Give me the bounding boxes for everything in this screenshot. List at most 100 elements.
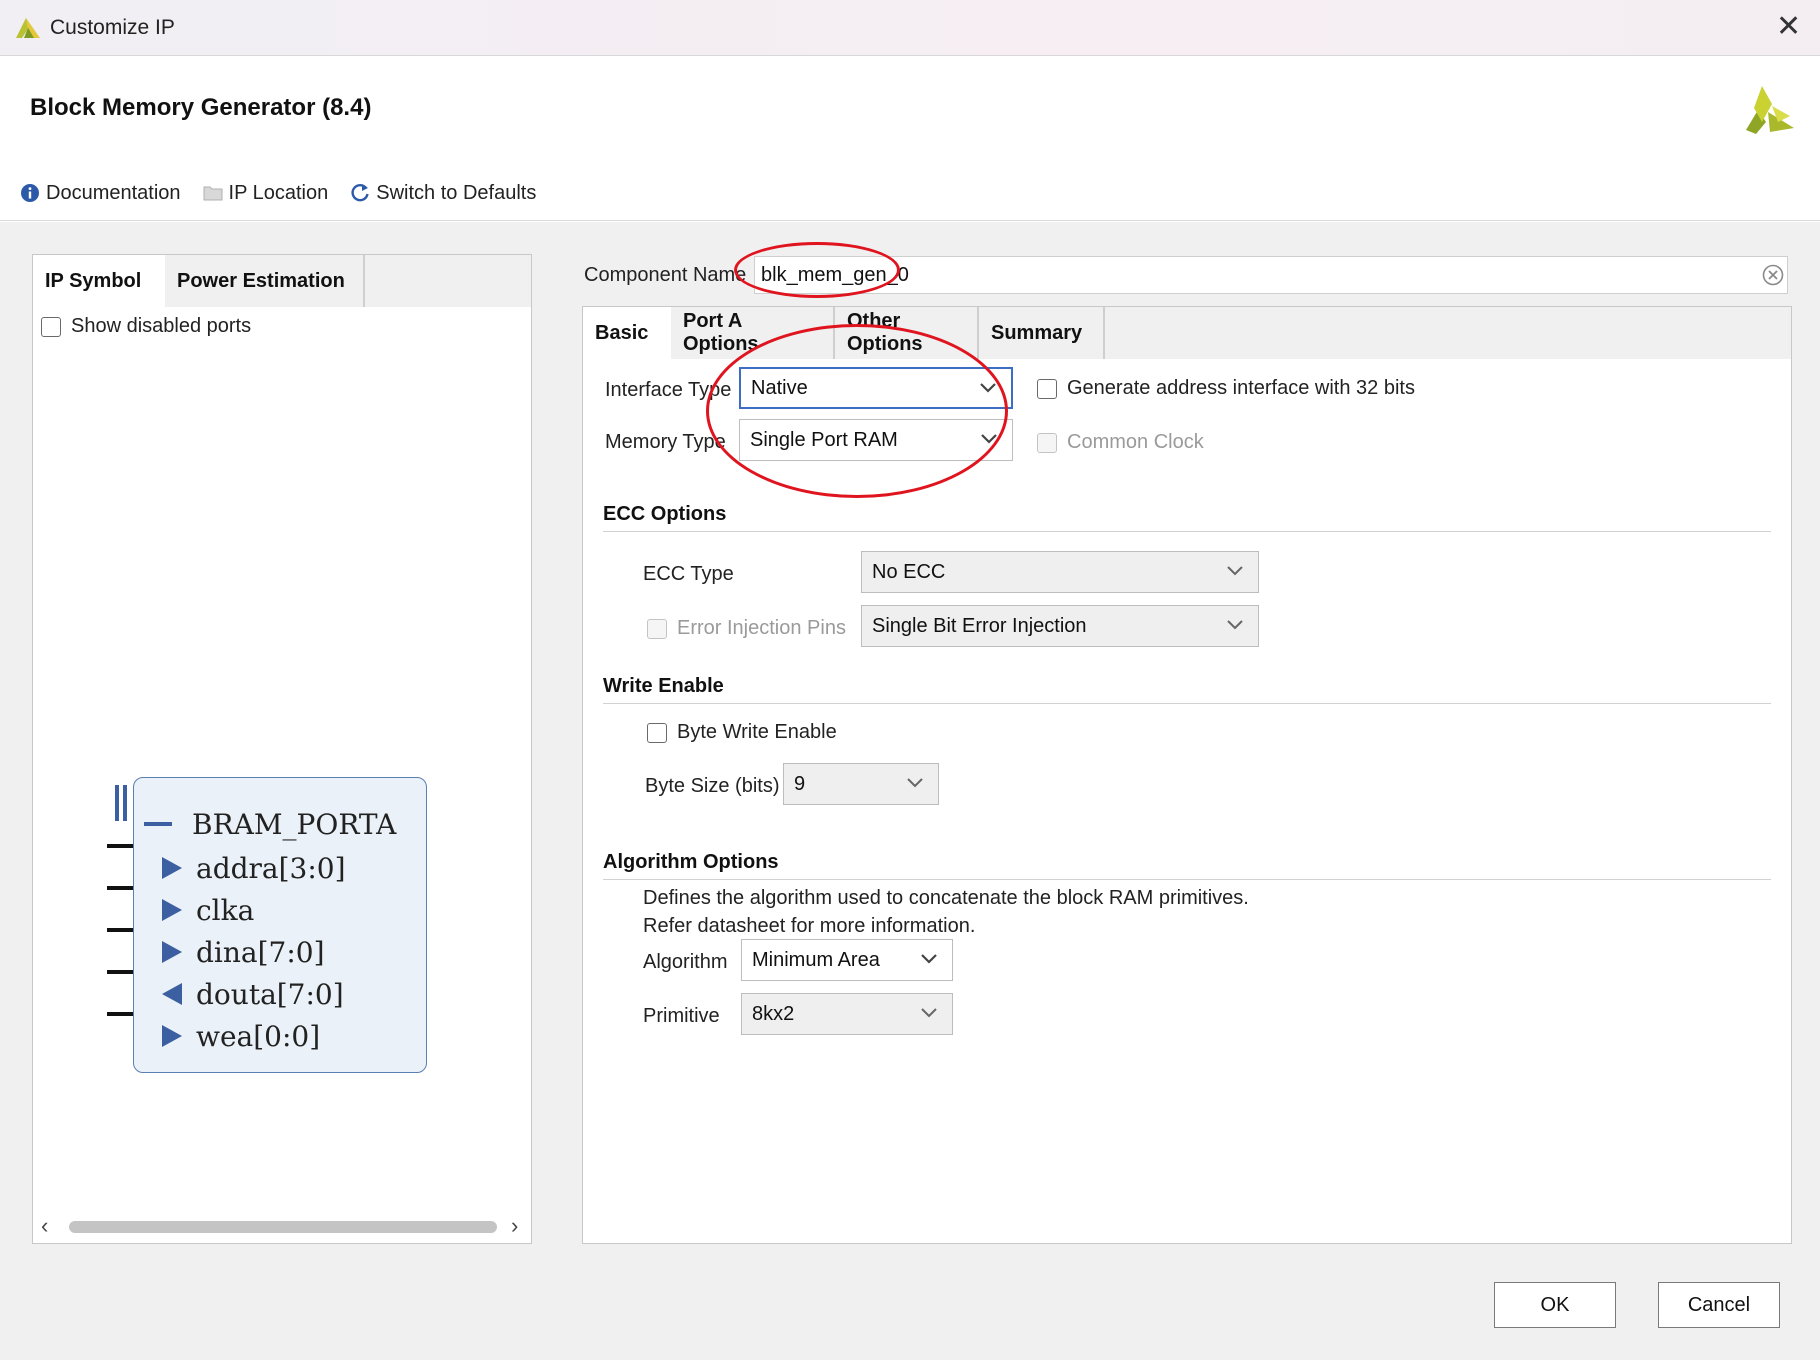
input-arrow-icon <box>162 1025 182 1047</box>
algorithm-select[interactable]: Minimum Area <box>741 939 953 981</box>
pin-line <box>107 928 133 932</box>
bus-label: BRAM_PORTA <box>192 807 397 841</box>
ecc-type-value: No ECC <box>872 560 946 583</box>
chevron-down-icon <box>981 434 997 444</box>
pin-row: douta[7:0] <box>134 974 428 1014</box>
xilinx-logo-icon <box>16 18 40 38</box>
tab-ip-symbol[interactable]: IP Symbol <box>33 255 165 307</box>
documentation-label: Documentation <box>46 181 181 204</box>
tab-port-a-options-label: Port A Options <box>683 310 759 355</box>
algorithm-label: Algorithm <box>643 951 728 973</box>
tab-power-estimation[interactable]: Power Estimation <box>165 255 365 307</box>
content-area: IP Symbol Power Estimation Show disabled… <box>0 222 1820 1360</box>
checkbox-box <box>1037 432 1057 453</box>
checkbox-box[interactable] <box>647 722 667 743</box>
pin-line <box>107 886 133 890</box>
common-clock-label: Common Clock <box>1067 431 1204 453</box>
ip-title: Block Memory Generator (8.4) <box>30 94 372 121</box>
chevron-down-icon <box>980 383 996 393</box>
left-tab-bar: IP Symbol Power Estimation <box>33 255 531 307</box>
tab-basic-label: Basic <box>595 321 649 344</box>
config-tab-bar: Basic Port A Options Other Options Summa… <box>583 307 1791 359</box>
switch-to-defaults-button[interactable]: Switch to Defaults <box>350 182 536 205</box>
cancel-button[interactable]: Cancel <box>1658 1282 1780 1328</box>
memory-type-select[interactable]: Single Port RAM <box>739 419 1013 461</box>
generate-address-label: Generate address interface with 32 bits <box>1067 377 1415 399</box>
byte-size-select[interactable]: 9 <box>783 763 939 805</box>
algorithm-options-header: Algorithm Options <box>603 851 779 873</box>
input-arrow-icon <box>162 857 182 879</box>
error-injection-pins-checkbox: Error Injection Pins <box>647 617 846 640</box>
generate-address-checkbox[interactable]: Generate address interface with 32 bits <box>1037 377 1415 400</box>
error-injection-select[interactable]: Single Bit Error Injection <box>861 605 1259 647</box>
bus-connector-icon <box>115 785 127 821</box>
byte-write-enable-label: Byte Write Enable <box>677 721 837 743</box>
byte-size-label: Byte Size (bits) <box>645 775 780 797</box>
chevron-down-icon <box>907 778 923 788</box>
pin-line <box>107 1012 133 1016</box>
primitive-select[interactable]: 8kx2 <box>741 993 953 1035</box>
common-clock-checkbox: Common Clock <box>1037 431 1204 454</box>
ip-location-label: IP Location <box>228 181 329 204</box>
divider <box>603 531 1771 532</box>
documentation-button[interactable]: Documentation <box>20 182 181 205</box>
switch-to-defaults-label: Switch to Defaults <box>376 181 537 204</box>
pin-label: dina[7:0] <box>196 935 325 969</box>
title-bar: Customize IP ✕ <box>0 0 1820 56</box>
show-disabled-ports-label: Show disabled ports <box>71 315 252 337</box>
interface-type-select[interactable]: Native <box>739 367 1013 409</box>
clear-icon[interactable] <box>1762 264 1784 286</box>
chevron-down-icon <box>1227 620 1243 630</box>
scroll-right-icon[interactable]: › <box>511 1213 518 1239</box>
component-name-label: Component Name <box>584 264 747 286</box>
output-arrow-icon <box>162 983 182 1005</box>
scrollbar-thumb[interactable] <box>69 1221 497 1233</box>
primitive-value: 8kx2 <box>752 1002 795 1025</box>
ecc-type-select[interactable]: No ECC <box>861 551 1259 593</box>
pin-line <box>107 970 133 974</box>
pin-line <box>107 844 133 848</box>
checkbox-box <box>647 618 667 639</box>
pin-row: wea[0:0] <box>134 1016 428 1056</box>
left-panel: IP Symbol Power Estimation Show disabled… <box>32 254 532 1244</box>
pin-label: douta[7:0] <box>196 977 344 1011</box>
byte-write-enable-checkbox[interactable]: Byte Write Enable <box>647 721 837 744</box>
component-name-input[interactable] <box>754 256 1788 294</box>
error-injection-value: Single Bit Error Injection <box>872 614 1087 637</box>
scroll-left-icon[interactable]: ‹ <box>41 1213 48 1239</box>
ecc-options-header: ECC Options <box>603 503 727 525</box>
info-icon <box>21 184 39 202</box>
algorithm-description: Defines the algorithm used to concatenat… <box>643 887 1249 909</box>
algorithm-description: Refer datasheet for more information. <box>643 915 976 937</box>
divider <box>603 879 1771 880</box>
pin-label: addra[3:0] <box>196 851 346 885</box>
show-disabled-ports-checkbox[interactable]: Show disabled ports <box>41 315 251 338</box>
pin-row: addra[3:0] <box>134 848 428 888</box>
bus-row: BRAM_PORTA <box>134 804 428 844</box>
collapse-icon[interactable] <box>144 822 172 826</box>
pin-row: clka <box>134 890 428 930</box>
primitive-label: Primitive <box>643 1005 720 1027</box>
toolbar: Documentation IP Location Switch to Defa… <box>20 178 558 208</box>
right-panel: Basic Port A Options Other Options Summa… <box>582 306 1792 1244</box>
refresh-icon <box>351 183 369 202</box>
ip-location-button[interactable]: IP Location <box>203 181 329 205</box>
byte-size-value: 9 <box>794 772 806 795</box>
pin-row: dina[7:0] <box>134 932 428 972</box>
write-enable-header: Write Enable <box>603 675 724 697</box>
tab-other-options[interactable]: Other Options <box>835 307 979 359</box>
checkbox-box[interactable] <box>41 316 61 337</box>
checkbox-box[interactable] <box>1037 378 1057 399</box>
ok-button[interactable]: OK <box>1494 1282 1616 1328</box>
divider <box>603 703 1771 704</box>
horizontal-scrollbar[interactable]: ‹ › <box>37 1213 527 1239</box>
pin-label: clka <box>196 893 255 927</box>
tab-port-a-options[interactable]: Port A Options <box>671 307 835 359</box>
tab-basic[interactable]: Basic <box>583 307 671 359</box>
close-icon[interactable]: ✕ <box>1776 10 1801 44</box>
chevron-down-icon <box>921 954 937 964</box>
tab-summary[interactable]: Summary <box>979 307 1105 359</box>
chevron-down-icon <box>921 1008 937 1018</box>
ecc-type-label: ECC Type <box>643 563 734 585</box>
error-injection-pins-label: Error Injection Pins <box>677 617 846 639</box>
